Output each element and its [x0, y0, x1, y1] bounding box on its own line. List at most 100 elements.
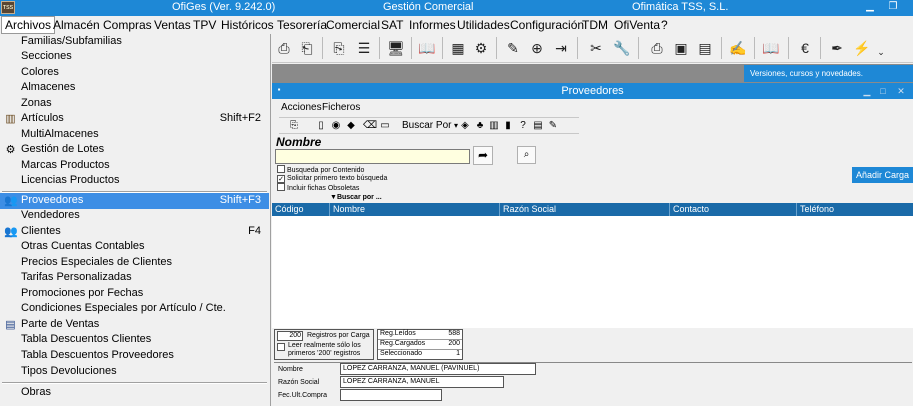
export-icon[interactable]: ⎘ [288, 120, 300, 132]
print-icon[interactable]: ▯ [315, 120, 327, 132]
detail-nombre-field[interactable]: LOPEZ CARRANZA, MANUEL (PAVINUEL) [340, 363, 536, 375]
menu-archivos[interactable]: Archivos [1, 16, 56, 34]
eraser-icon[interactable]: ⌫ [363, 120, 377, 132]
tools-icon[interactable]: ✂ [584, 36, 608, 60]
cash-register-icon[interactable]: ▤ [693, 36, 717, 60]
menu-item-promociones[interactable]: Promociones por Fechas [0, 286, 269, 302]
grid-icon[interactable]: ▭ [379, 120, 391, 132]
menu-item-precios-especiales[interactable]: Precios Especiales de Clientes [0, 255, 269, 271]
filter-icon[interactable]: ◈ [459, 120, 471, 132]
menu-item-tarifas[interactable]: Tarifas Personalizadas [0, 270, 269, 286]
menu-item-descuentos-clientes[interactable]: Tabla Descuentos Clientes [0, 332, 269, 348]
cart-icon[interactable]: ⇥ [549, 36, 573, 60]
checkbox-solicitar-texto[interactable]: ✓ Solicitar primero texto búsqueda [277, 174, 387, 183]
new-document-icon[interactable]: ⎙ [272, 36, 296, 60]
window-maximize-icon[interactable]: □ [876, 83, 890, 99]
add-item-icon[interactable]: ⊕ [525, 36, 549, 60]
menu-comercial[interactable]: Comercial [326, 18, 380, 32]
menu-item-secciones[interactable]: Secciones [0, 49, 269, 65]
menu-informes[interactable]: Informes [409, 18, 456, 32]
safe-icon[interactable]: ▣ [669, 36, 693, 60]
menu-ofiventa[interactable]: OfiVenta [614, 18, 660, 32]
col-telefono[interactable]: Teléfono [796, 203, 913, 216]
menu-historicos[interactable]: Históricos [221, 18, 274, 32]
euro-icon[interactable]: € [793, 36, 817, 60]
menu-sat[interactable]: SAT [381, 18, 403, 32]
col-contacto[interactable]: Contacto [669, 203, 796, 216]
news-banner[interactable]: Versiones, cursos y novedades. [744, 65, 913, 82]
buscar-por-label[interactable]: ▼Buscar por ... [330, 194, 382, 201]
menu-item-descuentos-proveedores[interactable]: Tabla Descuentos Proveedores [0, 348, 269, 364]
toolbar-overflow-icon[interactable]: ⌄ [869, 40, 893, 64]
menu-help[interactable]: ? [661, 18, 668, 32]
buscar-por-button[interactable]: Buscar Por [402, 120, 451, 131]
checkbox-box[interactable] [277, 165, 285, 173]
menu-item-familias[interactable]: Familias/Subfamilias [0, 34, 269, 50]
menu-item-zonas[interactable]: Zonas [0, 96, 269, 112]
menu-item-gestion-lotes[interactable]: ⚙ Gestión de Lotes [0, 142, 269, 158]
detail-razon-field[interactable]: LOPEZ CARRANZA, MANUEL [340, 376, 504, 388]
notes-icon[interactable]: ✎ [547, 120, 559, 132]
menu-ficheros[interactable]: Ficheros [322, 102, 360, 113]
col-codigo[interactable]: Código [272, 203, 304, 216]
checkbox-incluir-obsoletas[interactable]: Incluir fichas Obsoletas [277, 183, 359, 193]
menu-compras[interactable]: Compras [103, 18, 152, 32]
menu-acciones[interactable]: Acciones [281, 102, 322, 113]
window-close-icon[interactable]: ✕ [894, 83, 908, 99]
help-icon[interactable]: ? [517, 120, 529, 132]
menu-utilidades[interactable]: Utilidades [457, 18, 510, 32]
edit-list-icon[interactable]: ✎ [501, 36, 525, 60]
window-minimize-icon[interactable]: ▁ [860, 83, 874, 99]
menu-item-obras[interactable]: Obras [0, 385, 269, 401]
book-icon[interactable]: 📖 [415, 36, 439, 60]
chart-icon[interactable]: ▮ [502, 120, 514, 132]
restore-icon[interactable]: ❐ [886, 0, 900, 15]
settings-icon[interactable]: ⚙ [469, 36, 493, 60]
menu-item-otras-cuentas[interactable]: Otras Cuentas Contables [0, 239, 269, 255]
document-list-icon[interactable]: ☰ [352, 36, 376, 60]
menu-item-parte-ventas[interactable]: ▤ Parte de Ventas [0, 317, 269, 333]
menu-item-multialmacenes[interactable]: MultiAlmacenes [0, 127, 269, 143]
checkbox-box[interactable] [277, 183, 285, 191]
proveedores-grid[interactable]: Código Nombre Razón Social Contacto Telé… [272, 203, 913, 328]
menu-configuracion[interactable]: Configuración [510, 18, 584, 32]
menu-ventas[interactable]: Ventas [154, 18, 191, 32]
menu-tesoreria[interactable]: Tesorería [277, 18, 327, 32]
menu-item-vendedores[interactable]: Vendedores [0, 208, 269, 224]
report-icon[interactable]: ▦ [446, 36, 470, 60]
menu-tdm[interactable]: TDM [582, 18, 608, 32]
car-icon[interactable]: ◆ [345, 120, 357, 132]
note-edit-icon[interactable]: ✍ [726, 36, 750, 60]
col-nombre[interactable]: Nombre [329, 203, 499, 216]
printer-icon[interactable]: ⎙ [645, 36, 669, 60]
tree-icon[interactable]: ♣ [474, 120, 486, 132]
monitor-icon[interactable]: 🖥 [384, 36, 408, 60]
search-input[interactable] [275, 149, 470, 164]
checkbox-box-checked[interactable]: ✓ [277, 175, 285, 183]
menu-tpv[interactable]: TPV [193, 18, 216, 32]
sign-icon[interactable]: ✒ [825, 36, 849, 60]
contacts-icon[interactable]: ▤ [532, 120, 544, 132]
menu-item-articulos[interactable]: ▥ Artículos Shift+F2 [0, 111, 269, 127]
menu-item-tipos-devoluciones[interactable]: Tipos Devoluciones [0, 364, 269, 380]
menu-item-condiciones[interactable]: Condiciones Especiales por Artículo / Ct… [0, 301, 269, 317]
menu-item-almacenes[interactable]: Almacenes [0, 80, 269, 96]
menu-item-colores[interactable]: Colores [0, 65, 269, 81]
detail-fecha-field[interactable] [340, 389, 442, 401]
menu-item-clientes[interactable]: 👥 Clientes F4 [0, 224, 269, 240]
registros-value[interactable]: 200 [277, 331, 303, 341]
search-person-icon[interactable]: ⌕ [517, 146, 536, 164]
export-document-icon[interactable]: ⎘ [327, 36, 351, 60]
go-arrow-icon[interactable]: ➦ [473, 146, 493, 165]
database-icon[interactable]: ▥ [488, 120, 500, 132]
menu-item-licencias[interactable]: Licencias Productos [0, 173, 269, 189]
col-razon-social[interactable]: Razón Social [499, 203, 669, 216]
menu-item-proveedores[interactable]: 👥 Proveedores Shift+F3 [0, 193, 269, 209]
wrench-icon[interactable]: 🔧 [610, 36, 634, 60]
menu-almacen[interactable]: Almacén [53, 18, 100, 32]
save-icon[interactable]: ◉ [330, 120, 342, 132]
leer-checkbox[interactable] [277, 343, 285, 351]
open-book-icon[interactable]: 📖 [759, 36, 783, 60]
minimize-icon[interactable]: ▁ [863, 0, 877, 15]
anadir-carga-button[interactable]: Añadir Carga [852, 167, 913, 183]
